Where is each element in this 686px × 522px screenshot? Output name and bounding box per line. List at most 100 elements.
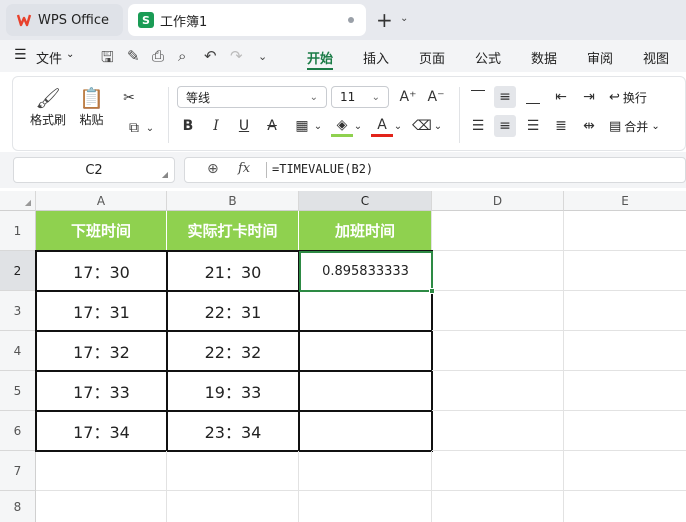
chevron-down-icon[interactable]: ⌄ (347, 115, 369, 137)
column-header-a[interactable]: A (36, 191, 167, 211)
undo-icon[interactable]: ↶ (204, 47, 217, 65)
cell-e1[interactable] (564, 211, 686, 251)
cell-b4[interactable]: 22：32 (167, 331, 299, 371)
cell-a5[interactable]: 17：33 (36, 371, 167, 411)
cell-d7[interactable] (432, 451, 564, 491)
menu-formula[interactable]: 公式 (475, 48, 501, 67)
chevron-down-icon[interactable]: ⌄ (427, 115, 449, 137)
merge-button[interactable]: ▤ 合并 ⌄ (609, 115, 660, 137)
align-left-icon[interactable]: ☰ (467, 115, 489, 137)
justify-icon[interactable]: ≣ (550, 115, 572, 137)
new-tab-plus-icon[interactable]: + (376, 8, 393, 32)
format-painter-button[interactable]: 🖌 格式刷 (30, 85, 66, 128)
cell-a2[interactable]: 17：30 (36, 251, 167, 291)
cell-e7[interactable] (564, 451, 686, 491)
hamburger-icon[interactable]: ☰ (14, 47, 27, 63)
chevron-down-icon[interactable]: ⌄ (400, 13, 408, 24)
cell-e2[interactable] (564, 251, 686, 291)
cell-c6[interactable] (299, 411, 432, 451)
cell-e8[interactable] (564, 491, 686, 522)
menu-data[interactable]: 数据 (531, 48, 557, 67)
align-center-icon[interactable]: ≡ (494, 115, 516, 137)
print-preview-icon[interactable]: ⌕ (178, 47, 186, 65)
paste-button[interactable]: 📋 粘贴 (79, 85, 104, 128)
chevron-down-icon[interactable]: ⌄ (139, 117, 161, 139)
column-header-c[interactable]: C (299, 191, 432, 211)
cell-b6[interactable]: 23：34 (167, 411, 299, 451)
cell-c7[interactable] (299, 451, 432, 491)
row-header-1[interactable]: 1 (0, 211, 36, 251)
cell-d5[interactable] (432, 371, 564, 411)
row-header-3[interactable]: 3 (0, 291, 36, 331)
menu-review[interactable]: 审阅 (587, 48, 613, 67)
cell-e5[interactable] (564, 371, 686, 411)
cell-c8[interactable] (299, 491, 432, 522)
formula-input[interactable]: =TIMEVALUE(B2) (272, 162, 373, 176)
column-header-b[interactable]: B (167, 191, 299, 211)
save-icon[interactable]: 🖫 (101, 47, 114, 72)
column-header-e[interactable]: E (564, 191, 686, 211)
cell-b8[interactable] (167, 491, 299, 522)
row-header-5[interactable]: 5 (0, 371, 36, 411)
cell-d6[interactable] (432, 411, 564, 451)
align-middle-icon[interactable]: ≡ (494, 86, 516, 108)
zoom-icon[interactable]: ⊕ (207, 161, 219, 177)
fill-handle[interactable] (429, 288, 435, 294)
font-name-select[interactable]: 等线 ⌄ (177, 86, 327, 108)
header-cell-a1[interactable]: 下班时间 (36, 211, 167, 251)
cell-b7[interactable] (167, 451, 299, 491)
cell-e3[interactable] (564, 291, 686, 331)
cell-d2[interactable] (432, 251, 564, 291)
menu-page[interactable]: 页面 (419, 48, 445, 67)
italic-icon[interactable]: I (205, 115, 227, 137)
chevron-down-icon[interactable]: ⌄ (258, 50, 267, 63)
bold-icon[interactable]: B (177, 115, 199, 137)
redo-icon[interactable]: ↷ (230, 47, 243, 65)
tab-workbook[interactable]: S 工作簿1 (128, 4, 366, 36)
print-icon[interactable]: ⎙ (152, 47, 164, 65)
chevron-down-icon[interactable]: ⌄ (387, 115, 409, 137)
increase-font-icon[interactable]: A⁺ (397, 86, 419, 108)
cell-a7[interactable] (36, 451, 167, 491)
menu-insert[interactable]: 插入 (363, 48, 389, 67)
menu-view[interactable]: 视图 (643, 48, 669, 67)
underline-icon[interactable]: U (233, 115, 255, 137)
header-cell-c1[interactable]: 加班时间 (299, 211, 432, 251)
font-size-select[interactable]: 11 ⌄ (331, 86, 389, 108)
cell-a6[interactable]: 17：34 (36, 411, 167, 451)
row-header-2[interactable]: 2 (0, 251, 36, 291)
row-header-7[interactable]: 7 (0, 451, 36, 491)
cell-a3[interactable]: 17：31 (36, 291, 167, 331)
cell-b5[interactable]: 19：33 (167, 371, 299, 411)
tab-wps-office[interactable]: WPS Office (6, 4, 123, 36)
header-cell-b1[interactable]: 实际打卡时间 (167, 211, 299, 251)
column-header-d[interactable]: D (432, 191, 564, 211)
align-bottom-icon[interactable]: ⎽ (522, 86, 544, 108)
cell-c3[interactable] (299, 291, 432, 331)
wrap-text-button[interactable]: ↩ 换行 (609, 86, 647, 108)
increase-indent-icon[interactable]: ⇥ (578, 86, 600, 108)
select-all-corner[interactable]: ◢ (0, 191, 36, 211)
cell-e6[interactable] (564, 411, 686, 451)
cut-icon[interactable]: ✂ (118, 87, 140, 109)
row-header-4[interactable]: 4 (0, 331, 36, 371)
name-box[interactable]: C2 ◢ (13, 157, 175, 183)
align-top-icon[interactable]: ⎺ (467, 86, 489, 108)
cell-b2[interactable]: 21：30 (167, 251, 299, 291)
cell-c4[interactable] (299, 331, 432, 371)
chevron-down-icon[interactable]: ⌄ (307, 115, 329, 137)
chevron-down-icon[interactable]: ⌄ (66, 49, 74, 60)
menu-file[interactable]: 文件 (36, 48, 62, 67)
pen-icon[interactable]: ✎ (127, 47, 140, 65)
cell-c5[interactable] (299, 371, 432, 411)
cell-b3[interactable]: 22：31 (167, 291, 299, 331)
cell-d8[interactable] (432, 491, 564, 522)
strikethrough-icon[interactable]: A (261, 115, 283, 137)
decrease-font-icon[interactable]: A⁻ (425, 86, 447, 108)
cell-e4[interactable] (564, 331, 686, 371)
fx-icon[interactable]: fx (238, 161, 250, 176)
cell-d1[interactable] (432, 211, 564, 251)
cell-a8[interactable] (36, 491, 167, 522)
decrease-indent-icon[interactable]: ⇤ (550, 86, 572, 108)
align-right-icon[interactable]: ☰ (522, 115, 544, 137)
